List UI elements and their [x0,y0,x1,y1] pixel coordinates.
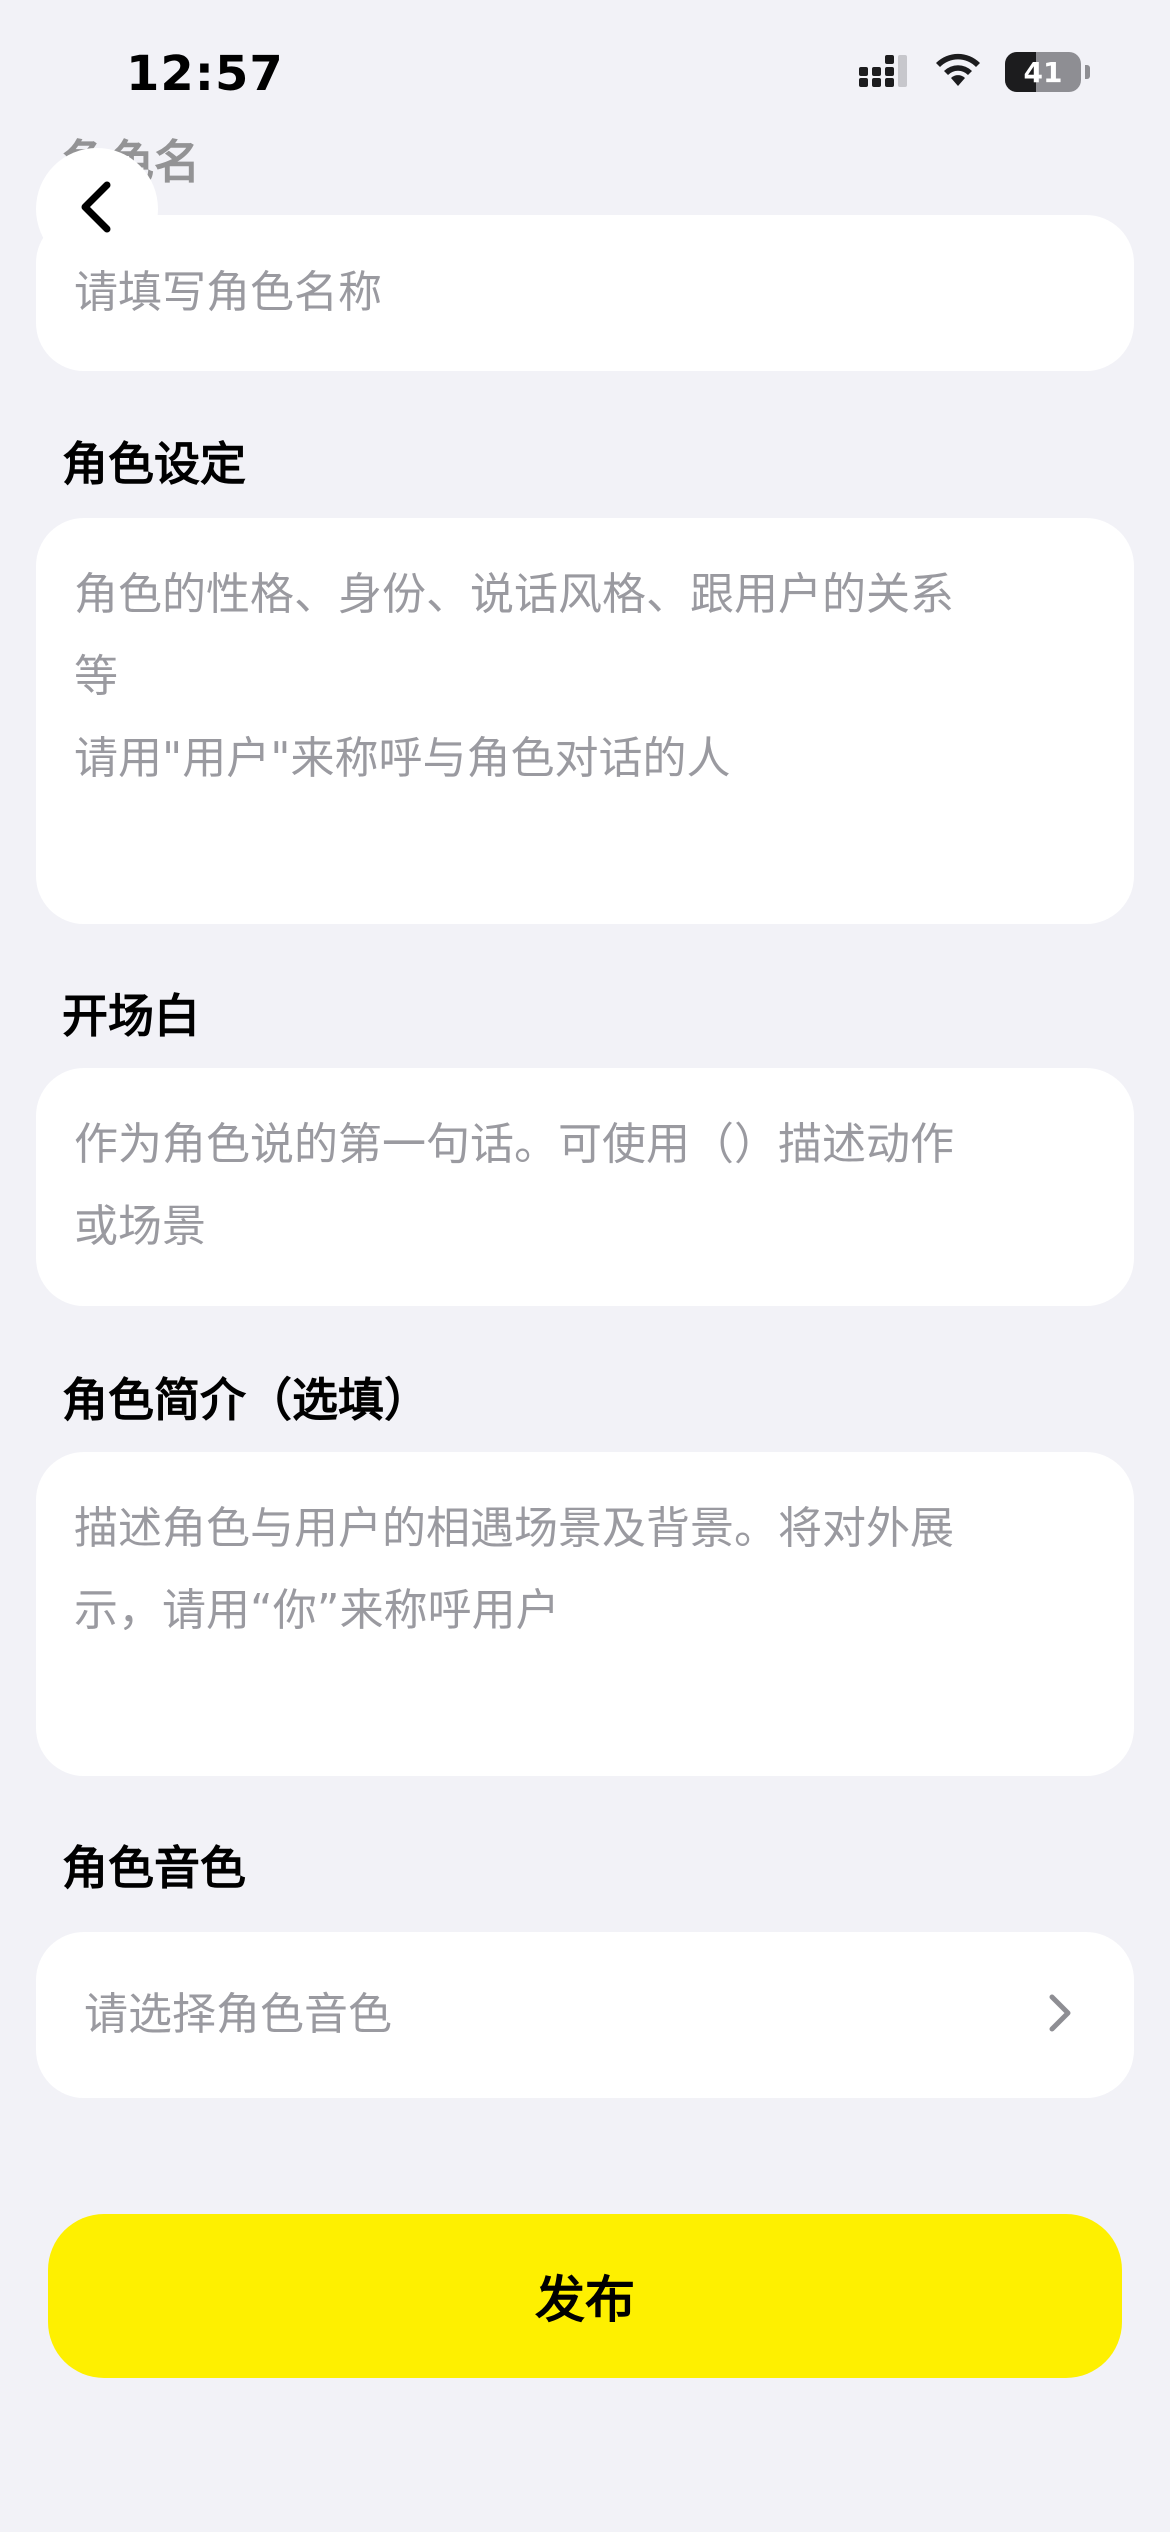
role-voice-label: 角色音色 [62,1841,246,1895]
role-name-input[interactable]: 请填写角色名称 [36,215,1134,371]
battery-cap [1085,65,1090,79]
status-icons: 41 [859,52,1090,92]
status-bar: 12:57 41 [0,0,1170,150]
opening-line-placeholder-line: 或场景 [74,1201,206,1252]
role-setting-placeholder-line: 角色的性格、身份、说话风格、跟用户的关系 [74,569,954,620]
role-setting-textarea[interactable]: 角色的性格、身份、说话风格、跟用户的关系 等 请用"用户"来称呼与角色对话的人 [36,518,1134,924]
role-setting-label: 角色设定 [62,437,246,491]
role-voice-selector[interactable]: 请选择角色音色 [36,1932,1134,2098]
publish-button[interactable]: 发布 [48,2214,1122,2378]
wifi-icon [933,52,983,92]
chevron-right-icon [1046,1991,1074,2039]
role-setting-placeholder-line: 等 [74,651,118,702]
role-intro-placeholder-line: 示，请用“你”来称呼用户 [74,1585,560,1636]
role-intro-label: 角色简介（选填） [62,1373,430,1427]
chevron-left-icon [75,179,119,239]
opening-line-placeholder-line: 作为角色说的第一句话。可使用（）描述动作 [74,1119,954,1170]
battery-icon: 41 [1005,52,1081,92]
role-intro-textarea[interactable]: 描述角色与用户的相遇场景及背景。将对外展 示，请用“你”来称呼用户 [36,1452,1134,1776]
role-intro-placeholder-line: 描述角色与用户的相遇场景及背景。将对外展 [74,1503,954,1554]
role-voice-placeholder: 请选择角色音色 [84,1989,392,2040]
cellular-signal-icon [859,53,911,91]
opening-line-label: 开场白 [62,989,200,1043]
back-button[interactable] [36,148,158,270]
role-setting-placeholder-line: 请用"用户"来称呼与角色对话的人 [74,733,731,784]
status-time: 12:57 [126,46,284,102]
battery-level: 41 [1023,55,1063,89]
opening-line-textarea[interactable]: 作为角色说的第一句话。可使用（）描述动作 或场景 [36,1068,1134,1306]
